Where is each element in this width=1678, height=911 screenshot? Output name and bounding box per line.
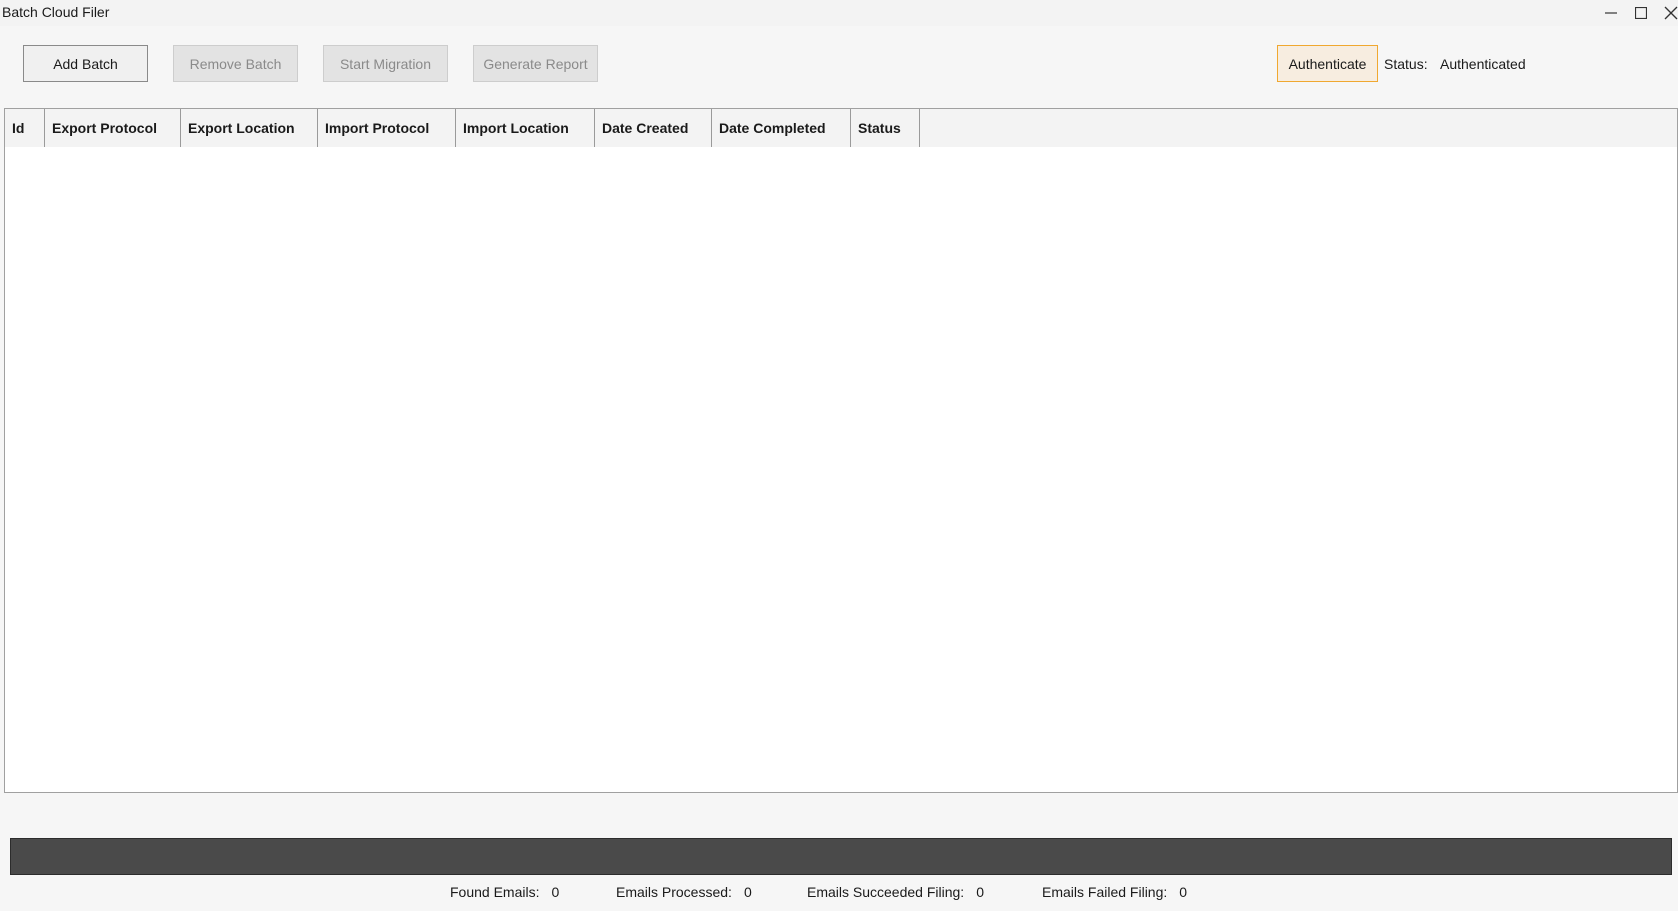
generate-report-button[interactable]: Generate Report: [473, 45, 598, 82]
emails-succeeded-stat: Emails Succeeded Filing: 0: [807, 884, 984, 900]
emails-failed-value: 0: [1179, 884, 1188, 900]
emails-processed-value: 0: [743, 884, 752, 900]
column-header-status[interactable]: Status: [851, 109, 920, 147]
grid-header: Id Export Protocol Export Location Impor…: [5, 109, 1677, 147]
maximize-icon: [1635, 7, 1647, 19]
migration-progress-bar: [10, 838, 1672, 875]
emails-succeeded-label: Emails Succeeded Filing:: [807, 884, 965, 900]
auth-status-value: Authenticated: [1440, 56, 1526, 72]
window-title: Batch Cloud Filer: [2, 4, 110, 20]
emails-failed-label: Emails Failed Filing:: [1042, 884, 1168, 900]
found-emails-stat: Found Emails: 0: [450, 884, 559, 900]
batch-grid[interactable]: Id Export Protocol Export Location Impor…: [4, 108, 1678, 793]
column-header-export-location[interactable]: Export Location: [181, 109, 318, 147]
close-button[interactable]: [1656, 0, 1678, 26]
minimize-icon: [1605, 12, 1617, 14]
column-header-id[interactable]: Id: [5, 109, 45, 147]
authenticate-button[interactable]: Authenticate: [1277, 45, 1378, 82]
remove-batch-button[interactable]: Remove Batch: [173, 45, 298, 82]
emails-processed-stat: Emails Processed: 0: [616, 884, 752, 900]
column-header-export-protocol[interactable]: Export Protocol: [45, 109, 181, 147]
close-icon: [1664, 6, 1678, 20]
column-header-import-protocol[interactable]: Import Protocol: [318, 109, 456, 147]
start-migration-button[interactable]: Start Migration: [323, 45, 448, 82]
grid-body: [5, 147, 1677, 792]
found-emails-label: Found Emails:: [450, 884, 540, 900]
found-emails-value: 0: [551, 884, 560, 900]
app-window: Batch Cloud Filer Add Batch Remove Batch…: [0, 0, 1678, 911]
maximize-button[interactable]: [1626, 0, 1656, 26]
auth-status-label: Status:: [1384, 56, 1428, 72]
emails-succeeded-value: 0: [976, 884, 984, 900]
column-header-date-created[interactable]: Date Created: [595, 109, 712, 147]
emails-failed-stat: Emails Failed Filing: 0: [1042, 884, 1187, 900]
minimize-button[interactable]: [1596, 0, 1626, 26]
add-batch-button[interactable]: Add Batch: [23, 45, 148, 82]
emails-processed-label: Emails Processed:: [616, 884, 732, 900]
title-bar: Batch Cloud Filer: [0, 0, 1678, 26]
column-header-import-location[interactable]: Import Location: [456, 109, 595, 147]
column-header-date-completed[interactable]: Date Completed: [712, 109, 851, 147]
